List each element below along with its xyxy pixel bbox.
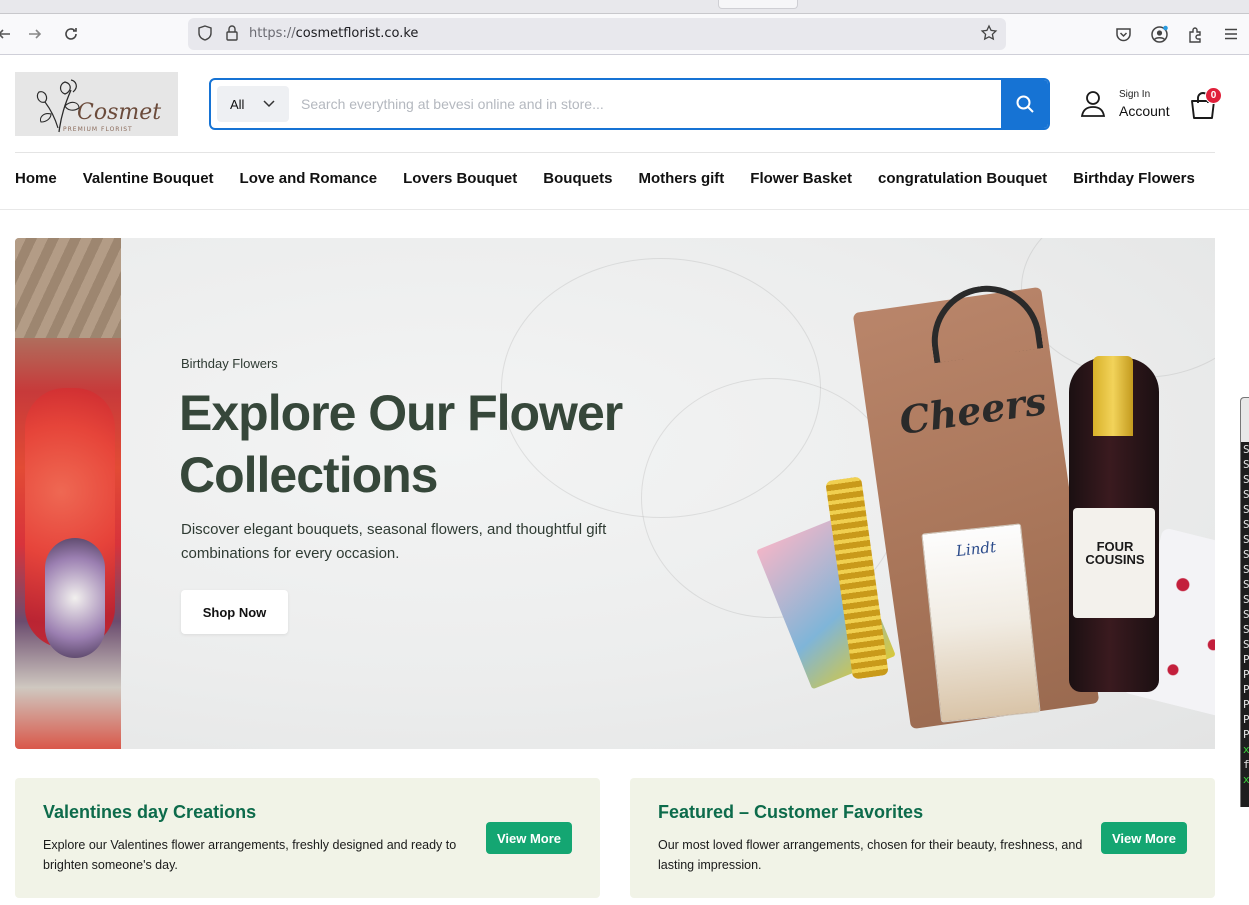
forward-button[interactable] (23, 22, 47, 46)
terminal-line: P (1243, 683, 1249, 696)
search-bar: All (209, 78, 1050, 130)
user-icon (1080, 91, 1106, 117)
wine-bottle-neck (1093, 356, 1133, 436)
terminal-line: P (1243, 698, 1249, 711)
terminal-line: S (1243, 503, 1249, 516)
terminal-line: x (1243, 743, 1249, 756)
site-logo[interactable]: Cosmet PREMIUM FLORIST (15, 72, 178, 136)
shop-now-button[interactable]: Shop Now (181, 590, 288, 634)
hero-eyebrow: Birthday Flowers (181, 356, 278, 371)
terminal-line: S (1243, 638, 1249, 651)
promo-title: Featured – Customer Favorites (658, 802, 924, 822)
promo-text: Our most loved flower arrangements, chos… (658, 838, 1083, 872)
url-text[interactable]: https://cosmetflorist.co.ke (249, 26, 418, 41)
terminal-output: SSSSSSSSSSSSSSPPPPPPxfx (1241, 442, 1249, 787)
logo-name: Cosmet (77, 100, 162, 125)
previous-slide-preview[interactable] (15, 238, 121, 749)
lock-icon[interactable] (224, 24, 240, 42)
terminal-line: S (1243, 533, 1249, 546)
terminal-titlebar[interactable] (1241, 398, 1249, 442)
profile-button[interactable] (1147, 22, 1171, 46)
terminal-line: P (1243, 728, 1249, 741)
terminal-line: S (1243, 563, 1249, 576)
wine-label-text: FOUR COUSINS (1085, 539, 1145, 567)
forward-arrow-icon (29, 29, 42, 39)
nav-divider (0, 209, 1249, 210)
nav-item-mothers-gift[interactable]: Mothers gift (638, 170, 724, 194)
nav-item-birthday-flowers[interactable]: Birthday Flowers (1073, 170, 1195, 194)
address-bar[interactable]: https://cosmetflorist.co.ke (188, 18, 1006, 50)
header-divider (15, 152, 1215, 153)
terminal-line: S (1243, 488, 1249, 501)
promo-title: Valentines day Creations (43, 802, 257, 822)
terminal-line: S (1243, 578, 1249, 591)
search-input[interactable] (301, 88, 991, 120)
terminal-line: P (1243, 653, 1249, 666)
logo-tagline: PREMIUM FLORIST (63, 126, 133, 133)
back-arrow-icon (0, 29, 10, 39)
hero-description: Discover elegant bouquets, seasonal flow… (181, 521, 607, 562)
puzzle-icon (1188, 26, 1201, 43)
category-value: All (230, 97, 245, 112)
cart-button[interactable]: 0 (1189, 87, 1225, 122)
nav-item-love-and-romance[interactable]: Love and Romance (240, 170, 378, 194)
browser-tab[interactable] (718, 0, 798, 9)
search-icon (1016, 95, 1034, 113)
bookmark-star-icon[interactable] (980, 24, 998, 42)
reload-button[interactable] (59, 22, 83, 46)
browser-toolbar: https://cosmetflorist.co.ke (0, 14, 1249, 55)
url-protocol: https:// (249, 26, 296, 41)
hero-title: Explore Our Flower Collections (179, 385, 623, 503)
terminal-line: S (1243, 623, 1249, 636)
nav-item-valentine-bouquet[interactable]: Valentine Bouquet (83, 170, 214, 194)
nav-item-bouquets[interactable]: Bouquets (543, 170, 612, 194)
promo-card-featured: Featured – Customer Favorites Our most l… (630, 778, 1215, 898)
terminal-line: S (1243, 593, 1249, 606)
terminal-line: P (1243, 668, 1249, 681)
chevron-down-icon (263, 100, 275, 108)
menu-button[interactable] (1219, 22, 1243, 46)
terminal-line: S (1243, 608, 1249, 621)
url-host: cosmetflorist.co.ke (295, 26, 419, 41)
pocket-button[interactable] (1111, 22, 1135, 46)
hamburger-menu-icon (1225, 28, 1237, 40)
browser-tab-strip (0, 0, 1249, 14)
terminal-line: x (1243, 773, 1249, 786)
terminal-line: S (1243, 548, 1249, 561)
account-link[interactable]: Sign In Account (1080, 86, 1175, 126)
sign-in-label: Sign In (1119, 89, 1151, 100)
terminal-line: P (1243, 713, 1249, 726)
shield-icon[interactable] (196, 24, 214, 42)
profile-icon (1150, 25, 1168, 43)
main-nav: Home Valentine Bouquet Love and Romance … (15, 170, 1221, 194)
terminal-line: S (1243, 518, 1249, 531)
terminal-line: S (1243, 443, 1249, 456)
back-button[interactable] (0, 22, 16, 46)
terminal-line: S (1243, 473, 1249, 486)
terminal-line: S (1243, 458, 1249, 471)
reload-icon (65, 28, 77, 40)
view-more-button[interactable]: View More (1101, 822, 1187, 854)
terminal-line: f (1243, 758, 1249, 771)
terminal-window-edge[interactable]: SSSSSSSSSSSSSSPPPPPPxfx (1240, 397, 1249, 807)
cart-count-badge: 0 (1205, 87, 1222, 104)
nav-item-lovers-bouquet[interactable]: Lovers Bouquet (403, 170, 517, 194)
nav-item-flower-basket[interactable]: Flower Basket (750, 170, 852, 194)
nav-item-congratulation-bouquet[interactable]: congratulation Bouquet (878, 170, 1047, 194)
category-select[interactable]: All (217, 86, 289, 122)
promo-card-valentines: Valentines day Creations Explore our Val… (15, 778, 600, 898)
search-button[interactable] (1001, 80, 1048, 128)
hero-slide: Birthday Flowers Explore Our Flower Coll… (121, 238, 1215, 749)
promo-text: Explore our Valentines flower arrangemen… (43, 838, 457, 872)
nav-item-home[interactable]: Home (15, 170, 57, 194)
view-more-button[interactable]: View More (486, 822, 572, 854)
account-label: Account (1119, 103, 1170, 119)
pocket-icon (1115, 27, 1131, 41)
extensions-button[interactable] (1183, 22, 1207, 46)
